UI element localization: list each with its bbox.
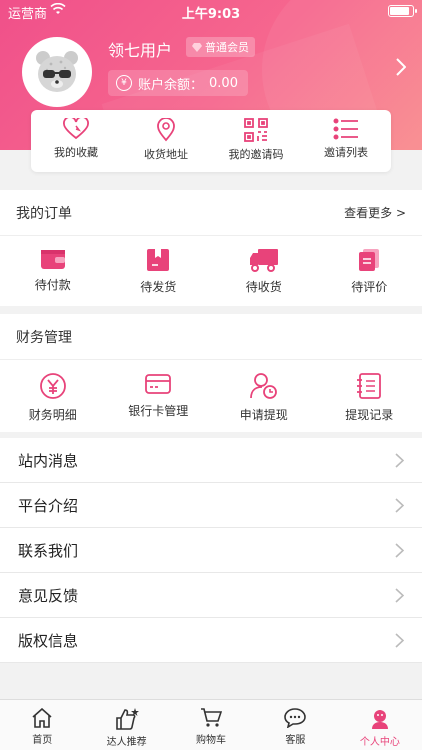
wallet-icon (40, 250, 65, 269)
list-icon (333, 118, 358, 140)
menu-label: 意见反馈 (18, 586, 79, 605)
chevron-right-icon (395, 497, 404, 513)
finance-label: 财务明细 (28, 408, 77, 422)
view-more-link[interactable]: 查看更多 > (344, 204, 406, 221)
finance-section: 财务管理 财务明细 银行卡管理 申请提现 提现记录 (0, 314, 422, 432)
member-badge: 普通会员 (186, 37, 255, 57)
bank-card-management[interactable]: 银行卡管理 (106, 360, 212, 432)
menu-label: 站内消息 (18, 451, 79, 470)
tab-label: 首页 (32, 735, 53, 746)
thumbs-up-icon (115, 708, 139, 730)
balance-pill[interactable]: ¥ 账户余额： 0.00 (108, 70, 248, 96)
tab-recommend[interactable]: 达人推荐 (84, 700, 168, 750)
tab-label: 达人推荐 (106, 737, 147, 748)
record-book-icon (357, 373, 382, 399)
orders-title: 我的订单 (16, 205, 72, 222)
menu-item-copyright[interactable]: 版权信息 (0, 618, 422, 663)
truck-icon (249, 249, 278, 272)
member-level: 普通会员 (205, 41, 249, 54)
profile-icon (371, 710, 388, 729)
quick-actions-card: 我的收藏 收货地址 我的邀请码 邀请列表 (31, 110, 391, 172)
balance-value: 0.00 (209, 75, 238, 91)
package-icon (147, 249, 170, 271)
balance-label: 账户余额： (138, 77, 204, 93)
yen-coin-icon (39, 373, 66, 399)
menu-item-contact-us[interactable]: 联系我们 (0, 528, 422, 573)
heart-icon (63, 118, 89, 140)
menu-label: 版权信息 (18, 631, 79, 650)
bear-avatar-icon (36, 51, 78, 92)
order-pending-review[interactable]: 待评价 (317, 236, 422, 306)
finance-label: 提现记录 (345, 408, 394, 422)
menu-item-feedback[interactable]: 意见反馈 (0, 573, 422, 618)
user-clock-icon (249, 373, 277, 399)
menu-label: 联系我们 (18, 541, 79, 560)
apply-withdrawal[interactable]: 申请提现 (211, 360, 317, 432)
menu-label: 平台介绍 (18, 496, 79, 515)
orders-section: 我的订单 查看更多 > 待付款 待发货 待收货 待评价 (0, 190, 422, 306)
chevron-right-icon (395, 587, 404, 603)
order-label: 待收货 (245, 280, 282, 294)
home-icon (32, 708, 52, 728)
menu-item-platform-intro[interactable]: 平台介绍 (0, 483, 422, 528)
battery-icon (388, 5, 417, 17)
diamond-icon (192, 42, 202, 52)
finance-title: 财务管理 (16, 329, 72, 346)
bank-card-icon (145, 374, 172, 394)
finance-label: 银行卡管理 (128, 404, 189, 418)
order-pending-payment[interactable]: 待付款 (0, 236, 106, 306)
tab-label: 购物车 (196, 735, 227, 746)
bottom-tab-bar: 首页 达人推荐 购物车 客服 个人中心 (0, 699, 422, 750)
chat-icon (284, 708, 307, 728)
tab-cart[interactable]: 购物车 (169, 700, 253, 750)
qr-code-icon (244, 118, 268, 142)
status-bar: 运营商 上午9:03 (0, 0, 422, 22)
chevron-right-icon[interactable] (396, 58, 407, 80)
menu-list: 站内消息 平台介绍 联系我们 意见反馈 版权信息 (0, 438, 422, 663)
tab-home[interactable]: 首页 (0, 700, 84, 750)
tab-customer-service[interactable]: 客服 (253, 700, 337, 750)
tab-label: 个人中心 (359, 737, 400, 748)
location-pin-icon (157, 118, 175, 142)
username: 领七用户 (108, 41, 173, 60)
menu-item-messages[interactable]: 站内消息 (0, 438, 422, 483)
withdrawal-records[interactable]: 提现记录 (317, 360, 422, 432)
tab-profile[interactable]: 个人中心 (338, 700, 422, 750)
clock: 上午9:03 (181, 7, 241, 22)
finance-label: 申请提现 (239, 408, 288, 422)
quick-action-invite-list[interactable]: 邀请列表 (301, 110, 391, 172)
quick-action-address[interactable]: 收货地址 (121, 110, 211, 172)
chevron-right-icon (395, 452, 404, 468)
yen-icon: ¥ (116, 75, 132, 91)
order-label: 待发货 (140, 280, 177, 294)
avatar[interactable] (22, 37, 92, 107)
cart-icon (201, 708, 223, 727)
chevron-right-icon (395, 632, 404, 648)
quick-action-label: 收货地址 (144, 148, 188, 161)
quick-action-invite-code[interactable]: 我的邀请码 (211, 110, 301, 172)
finance-details[interactable]: 财务明细 (0, 360, 106, 432)
quick-action-label: 我的收藏 (54, 146, 98, 159)
quick-action-label: 邀请列表 (324, 146, 368, 159)
order-pending-shipment[interactable]: 待发货 (106, 236, 212, 306)
order-pending-receipt[interactable]: 待收货 (211, 236, 317, 306)
review-icon (359, 249, 380, 271)
order-label: 待付款 (34, 278, 71, 292)
quick-action-label: 我的邀请码 (228, 148, 284, 161)
order-label: 待评价 (351, 280, 388, 294)
quick-action-favorites[interactable]: 我的收藏 (31, 110, 121, 172)
tab-label: 客服 (285, 735, 306, 746)
chevron-right-icon (395, 542, 404, 558)
